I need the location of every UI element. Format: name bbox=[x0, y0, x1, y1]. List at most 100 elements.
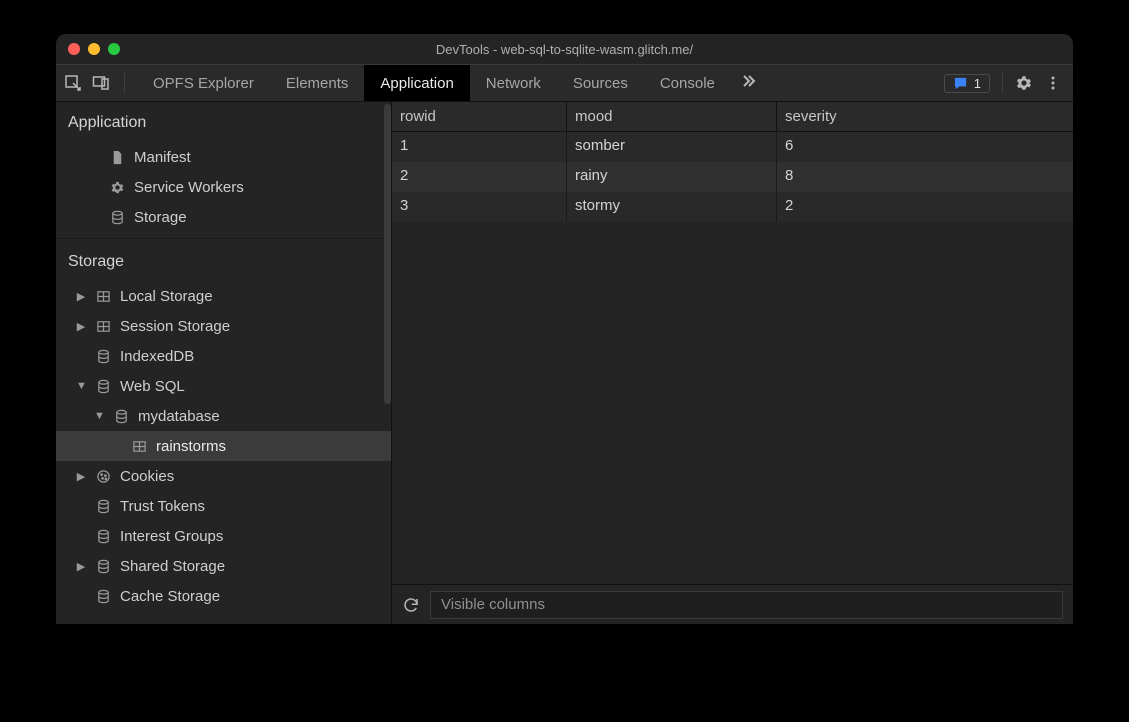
table-cell: 2 bbox=[777, 192, 1073, 222]
sidebar-item-cookies[interactable]: ▶ Cookies bbox=[56, 461, 391, 491]
db-icon bbox=[112, 409, 130, 424]
sidebar-item-rainstorms[interactable]: rainstorms bbox=[56, 431, 391, 461]
sidebar-item-label: IndexedDB bbox=[120, 348, 194, 365]
table-header: rowidmoodseverity bbox=[392, 102, 1073, 132]
sidebar-item-label: Cookies bbox=[120, 468, 174, 485]
separator bbox=[56, 238, 391, 239]
issues-badge[interactable]: 1 bbox=[944, 74, 990, 93]
close-button[interactable] bbox=[68, 43, 80, 55]
tab-application[interactable]: Application bbox=[364, 65, 469, 101]
window-title: DevTools - web-sql-to-sqlite-wasm.glitch… bbox=[56, 42, 1073, 57]
section-storage-title: Storage bbox=[56, 241, 391, 281]
db-icon bbox=[94, 499, 112, 514]
scrollbar-thumb[interactable] bbox=[384, 104, 391, 404]
main-panel: rowidmoodseverity 1somber62rainy83stormy… bbox=[392, 102, 1073, 624]
refresh-icon[interactable] bbox=[402, 596, 420, 614]
sidebar-item-label: Session Storage bbox=[120, 318, 230, 335]
disclosure-arrow-icon[interactable]: ▶ bbox=[76, 470, 86, 483]
device-toggle-icon[interactable] bbox=[92, 74, 110, 92]
table-cell: 1 bbox=[392, 132, 567, 162]
sidebar-item-mydatabase[interactable]: ▼ mydatabase bbox=[56, 401, 391, 431]
column-header-mood[interactable]: mood bbox=[567, 102, 777, 131]
data-table: rowidmoodseverity 1somber62rainy83stormy… bbox=[392, 102, 1073, 584]
db-icon bbox=[94, 589, 112, 604]
sidebar-item-label: Web SQL bbox=[120, 378, 185, 395]
sidebar-item-label: mydatabase bbox=[138, 408, 220, 425]
table-row[interactable]: 3stormy2 bbox=[392, 192, 1073, 222]
panel-tabs: OPFS ExplorerElementsApplicationNetworkS… bbox=[137, 65, 731, 101]
devtools-window: DevTools - web-sql-to-sqlite-wasm.glitch… bbox=[56, 34, 1073, 624]
file-icon bbox=[108, 150, 126, 165]
sidebar-item-service-workers[interactable]: Service Workers bbox=[56, 172, 391, 202]
db-icon bbox=[94, 379, 112, 394]
table-cell: 8 bbox=[777, 162, 1073, 192]
disclosure-arrow-icon[interactable]: ▶ bbox=[76, 290, 86, 303]
sidebar-item-trust-tokens[interactable]: Trust Tokens bbox=[56, 491, 391, 521]
table-row[interactable]: 2rainy8 bbox=[392, 162, 1073, 192]
sidebar-item-label: Cache Storage bbox=[120, 588, 220, 605]
sidebar-item-label: Interest Groups bbox=[120, 528, 223, 545]
sidebar-item-session-storage[interactable]: ▶ Session Storage bbox=[56, 311, 391, 341]
sidebar-item-shared-storage[interactable]: ▶ Shared Storage bbox=[56, 551, 391, 581]
table-cell: 3 bbox=[392, 192, 567, 222]
settings-icon[interactable] bbox=[1015, 74, 1033, 92]
sidebar-item-cache-storage[interactable]: Cache Storage bbox=[56, 581, 391, 611]
separator bbox=[124, 73, 125, 93]
separator bbox=[1002, 73, 1003, 93]
table-footer bbox=[392, 584, 1073, 624]
message-icon bbox=[953, 76, 968, 91]
gear-icon bbox=[108, 180, 126, 195]
grid-icon bbox=[94, 319, 112, 334]
scrollbar[interactable] bbox=[383, 102, 391, 624]
table-cell: 2 bbox=[392, 162, 567, 192]
sidebar-item-local-storage[interactable]: ▶ Local Storage bbox=[56, 281, 391, 311]
table-body: 1somber62rainy83stormy2 bbox=[392, 132, 1073, 584]
tab-network[interactable]: Network bbox=[470, 65, 557, 101]
sidebar-item-interest-groups[interactable]: Interest Groups bbox=[56, 521, 391, 551]
tab-elements[interactable]: Elements bbox=[270, 65, 365, 101]
window-controls bbox=[68, 43, 120, 55]
grid-icon bbox=[94, 289, 112, 304]
disclosure-arrow-icon[interactable]: ▼ bbox=[76, 380, 86, 392]
column-header-rowid[interactable]: rowid bbox=[392, 102, 567, 131]
titlebar: DevTools - web-sql-to-sqlite-wasm.glitch… bbox=[56, 34, 1073, 64]
sidebar-item-label: Storage bbox=[134, 209, 187, 226]
db-icon bbox=[94, 559, 112, 574]
disclosure-arrow-icon[interactable]: ▼ bbox=[94, 410, 104, 422]
visible-columns-input[interactable] bbox=[430, 591, 1063, 619]
table-row[interactable]: 1somber6 bbox=[392, 132, 1073, 162]
column-header-severity[interactable]: severity bbox=[777, 102, 1073, 131]
inspect-icon[interactable] bbox=[64, 74, 82, 92]
cookie-icon bbox=[94, 469, 112, 484]
table-cell: 6 bbox=[777, 132, 1073, 162]
table-cell: rainy bbox=[567, 162, 777, 192]
more-tabs-icon[interactable] bbox=[731, 65, 767, 101]
sidebar-item-web-sql[interactable]: ▼ Web SQL bbox=[56, 371, 391, 401]
db-icon bbox=[108, 210, 126, 225]
sidebar-item-label: rainstorms bbox=[156, 438, 226, 455]
sidebar-item-storage[interactable]: Storage bbox=[56, 202, 391, 232]
sidebar-item-manifest[interactable]: Manifest bbox=[56, 142, 391, 172]
issues-count: 1 bbox=[974, 76, 981, 91]
table-cell: somber bbox=[567, 132, 777, 162]
kebab-menu-icon[interactable] bbox=[1045, 75, 1061, 91]
sidebar-item-label: Local Storage bbox=[120, 288, 213, 305]
disclosure-arrow-icon[interactable]: ▶ bbox=[76, 560, 86, 573]
tab-console[interactable]: Console bbox=[644, 65, 731, 101]
sidebar-item-label: Service Workers bbox=[134, 179, 244, 196]
sidebar-item-indexeddb[interactable]: IndexedDB bbox=[56, 341, 391, 371]
sidebar-item-label: Manifest bbox=[134, 149, 191, 166]
sidebar: Application Manifest Service Workers Stora… bbox=[56, 102, 392, 624]
section-application-title: Application bbox=[56, 102, 391, 142]
grid-icon bbox=[130, 439, 148, 454]
db-icon bbox=[94, 349, 112, 364]
main-toolbar: OPFS ExplorerElementsApplicationNetworkS… bbox=[56, 64, 1073, 102]
table-cell: stormy bbox=[567, 192, 777, 222]
sidebar-item-label: Shared Storage bbox=[120, 558, 225, 575]
minimize-button[interactable] bbox=[88, 43, 100, 55]
db-icon bbox=[94, 529, 112, 544]
tab-sources[interactable]: Sources bbox=[557, 65, 644, 101]
maximize-button[interactable] bbox=[108, 43, 120, 55]
disclosure-arrow-icon[interactable]: ▶ bbox=[76, 320, 86, 333]
tab-opfs-explorer[interactable]: OPFS Explorer bbox=[137, 65, 270, 101]
